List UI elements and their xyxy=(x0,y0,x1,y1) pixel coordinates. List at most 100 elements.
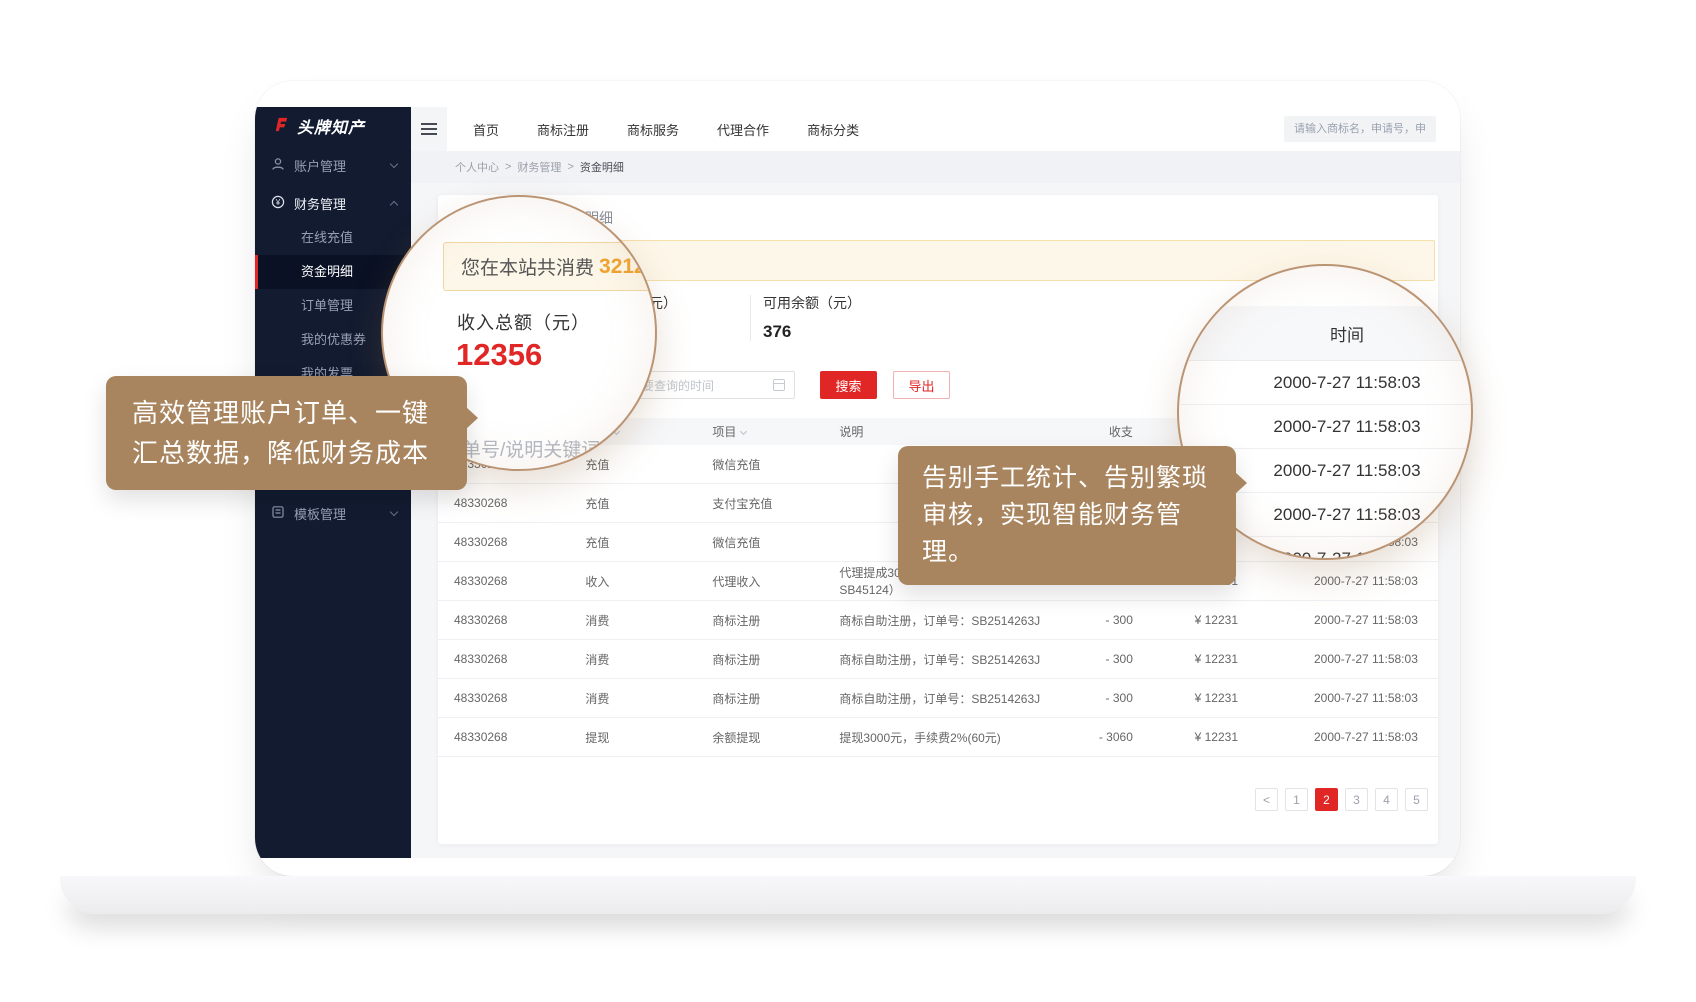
breadcrumb: 个人中心 > 财务管理 > 资金明细 xyxy=(411,151,1460,183)
user-icon xyxy=(271,157,285,174)
header-project[interactable]: 项目 xyxy=(712,423,839,440)
breadcrumb-separator: > xyxy=(567,161,573,173)
table-row: 48330268 消费 商标注册 商标自助注册，订单号：SB2514263J -… xyxy=(438,679,1438,718)
breadcrumb-current: 资金明细 xyxy=(580,159,624,175)
breadcrumb-item[interactable]: 财务管理 xyxy=(517,159,561,175)
sidebar-item-label: 账户管理 xyxy=(294,156,382,175)
pagination: < 1 2 3 4 5 xyxy=(438,788,1428,811)
cell-order-no: 48330268 xyxy=(454,535,585,549)
callout-right: 告别手工统计、告别繁琐审核，实现智能财务管理。 xyxy=(898,446,1236,585)
cell-amount: - 3060 xyxy=(1050,730,1133,744)
magnified-banner: 您在本站共消费 32124 元 xyxy=(443,242,657,291)
sidebar-item-template[interactable]: 模板管理 xyxy=(255,495,411,531)
stat-label: 可用余额（元） xyxy=(763,293,861,313)
export-button[interactable]: 导出 xyxy=(893,371,950,399)
breadcrumb-separator: > xyxy=(505,161,511,173)
logo: 头牌知产 xyxy=(255,107,411,145)
sidebar-subitem-recharge[interactable]: 在线充值 xyxy=(255,221,411,255)
cell-time: 2000-7-27 11:58:03 xyxy=(1238,691,1438,705)
table-row: 48330268 消费 商标注册 商标自助注册，订单号：SB2514263J -… xyxy=(438,640,1438,679)
cell-description: 商标自助注册，订单号：SB2514263J xyxy=(839,690,1049,707)
cell-time: 2000-7-27 11:58:03 xyxy=(1238,574,1438,588)
trademark-search-input[interactable] xyxy=(1284,116,1436,142)
chevron-up-icon xyxy=(390,200,398,208)
pagination-prev-button[interactable]: < xyxy=(1255,788,1278,811)
breadcrumb-item[interactable]: 个人中心 xyxy=(455,159,499,175)
calendar-icon xyxy=(773,379,785,391)
callout-left: 高效管理账户订单、一键汇总数据，降低财务成本 xyxy=(106,376,467,490)
sidebar-subitem-funds-detail[interactable]: 资金明细 xyxy=(255,255,411,289)
laptop-base xyxy=(60,876,1636,914)
stat-divider xyxy=(750,295,751,341)
callout-arrow-icon xyxy=(1235,472,1247,494)
cell-amount: - 300 xyxy=(1050,613,1133,627)
callout-right-text: 告别手工统计、告别繁琐审核，实现智能财务管理。 xyxy=(922,464,1208,566)
cell-project: 商标注册 xyxy=(712,612,839,629)
cell-time: 2000-7-27 11:58:03 xyxy=(1238,730,1438,744)
nav-trademark-register[interactable]: 商标注册 xyxy=(537,120,589,139)
cell-order-no: 48330268 xyxy=(454,496,585,510)
pagination-page-3[interactable]: 3 xyxy=(1345,788,1368,811)
magnified-time-row: 2000-7-27 11:58:03 xyxy=(1179,405,1471,449)
magnified-time-header: 时间 xyxy=(1179,306,1471,361)
search-button[interactable]: 搜索 xyxy=(820,371,877,399)
cell-project: 商标注册 xyxy=(712,690,839,707)
menu-button[interactable] xyxy=(411,107,447,151)
sidebar-item-account[interactable]: 账户管理 xyxy=(255,145,411,185)
callout-arrow-icon xyxy=(466,407,478,429)
cell-order-no: 48330268 xyxy=(454,652,585,666)
pagination-page-1[interactable]: 1 xyxy=(1285,788,1308,811)
magnified-time-row: 2000-7-27 11:58:03 xyxy=(1179,361,1471,405)
header-amount: 收支 xyxy=(1050,423,1133,440)
magnified-income-value: 12356 xyxy=(456,337,542,373)
sidebar-item-finance[interactable]: ¥ 财务管理 xyxy=(255,185,411,221)
pagination-page-5[interactable]: 5 xyxy=(1405,788,1428,811)
chevron-down-icon xyxy=(390,507,398,515)
chevron-down-icon xyxy=(390,159,398,167)
nav-home[interactable]: 首页 xyxy=(473,120,499,139)
cell-order-no: 48330268 xyxy=(454,574,585,588)
cell-type: 消费 xyxy=(585,690,712,707)
topbar: 首页 商标注册 商标服务 代理合作 商标分类 xyxy=(411,107,1460,151)
finance-icon: ¥ xyxy=(271,195,285,212)
magnified-banner-text: 您在本站共消费 xyxy=(461,253,594,280)
stat-balance: 可用余额（元） 376 xyxy=(763,293,861,342)
brand-name: 头牌知产 xyxy=(297,114,365,138)
svg-text:¥: ¥ xyxy=(275,198,281,207)
cell-project: 微信充值 xyxy=(712,534,839,551)
cell-balance: ¥ 12231 xyxy=(1133,691,1238,705)
nav-trademark-category[interactable]: 商标分类 xyxy=(807,120,859,139)
cell-project: 代理收入 xyxy=(712,573,839,590)
nav-agency[interactable]: 代理合作 xyxy=(717,120,769,139)
header-description: 说明 xyxy=(839,423,1049,440)
page: 头牌知产 账户管理 ¥ 财务管理 在线充值 资金明 xyxy=(0,0,1696,1002)
menu-icon xyxy=(421,128,437,130)
cell-order-no: 48330268 xyxy=(454,730,585,744)
sidebar-item-label: 模板管理 xyxy=(294,504,382,523)
template-icon xyxy=(271,505,285,522)
nav-trademark-service[interactable]: 商标服务 xyxy=(627,120,679,139)
cell-balance: ¥ 12231 xyxy=(1133,613,1238,627)
pagination-page-4[interactable]: 4 xyxy=(1375,788,1398,811)
cell-type: 消费 xyxy=(585,651,712,668)
cell-description: 提现3000元，手续费2%(60元) xyxy=(839,729,1049,746)
magnified-income-label: 收入总额（元） xyxy=(457,309,590,335)
cell-project: 微信充值 xyxy=(712,456,839,473)
cell-project: 商标注册 xyxy=(712,651,839,668)
pagination-page-2-active[interactable]: 2 xyxy=(1315,788,1338,811)
cell-balance: ¥ 12231 xyxy=(1133,652,1238,666)
cell-balance: ¥ 12231 xyxy=(1133,730,1238,744)
sort-caret-icon xyxy=(740,428,747,435)
cell-type: 充值 xyxy=(585,495,712,512)
callout-left-text: 高效管理账户订单、一键汇总数据，降低财务成本 xyxy=(132,398,429,468)
cell-type: 消费 xyxy=(585,612,712,629)
cell-amount: - 300 xyxy=(1050,652,1133,666)
cell-type: 充值 xyxy=(585,456,712,473)
sidebar-item-label: 财务管理 xyxy=(294,194,382,213)
table-row: 48330268 提现 余额提现 提现3000元，手续费2%(60元) - 30… xyxy=(438,718,1438,757)
top-navigation: 首页 商标注册 商标服务 代理合作 商标分类 xyxy=(473,120,859,139)
cell-description: 商标自助注册，订单号：SB2514263J xyxy=(839,651,1049,668)
cell-order-no: 48330268 xyxy=(454,691,585,705)
cell-time: 2000-7-27 11:58:03 xyxy=(1238,652,1438,666)
cell-project: 支付宝充值 xyxy=(712,495,839,512)
